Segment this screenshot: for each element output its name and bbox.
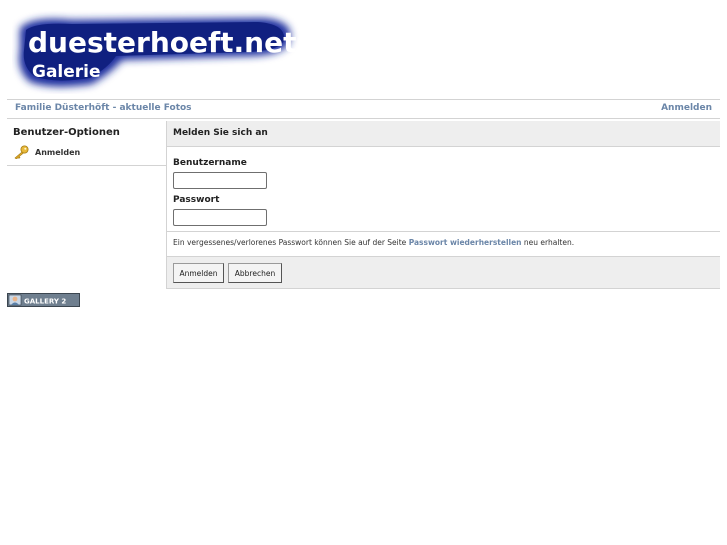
gallery-badge-text: GALLERY 2 [24, 297, 66, 305]
form-button-bar: Anmelden Abbrechen [167, 256, 720, 289]
password-label: Passwort [173, 195, 220, 205]
recovery-text-after: neu erhalten. [523, 238, 575, 247]
key-icon [14, 145, 29, 159]
password-recovery-link[interactable]: Passwort wiederherstellen [409, 238, 522, 247]
login-button[interactable]: Anmelden [173, 263, 224, 283]
header-login-link[interactable]: Anmelden [661, 103, 712, 113]
recovery-text-before: Ein vergessenes/verlorenes Passwort könn… [173, 238, 407, 247]
sidebar-title: Benutzer-Optionen [13, 127, 120, 138]
logo-subtitle: Galerie [32, 62, 101, 82]
breadcrumb: Familie Düsterhöft - aktuelle Fotos Anme… [7, 99, 720, 119]
site-banner: duesterhoeft.net Galerie [0, 0, 727, 99]
site-logo[interactable]: duesterhoeft.net Galerie [12, 10, 302, 94]
cancel-button[interactable]: Abbrechen [228, 263, 282, 283]
logo-title: duesterhoeft.net [28, 26, 297, 59]
login-panel-header: Melden Sie sich an [167, 121, 720, 147]
password-input[interactable] [173, 209, 267, 226]
password-recovery-hint: Ein vergessenes/verlorenes Passwort könn… [167, 231, 720, 256]
username-label: Benutzername [173, 158, 247, 168]
sidebar-item-login[interactable]: Anmelden [13, 145, 80, 159]
sidebar-item-label: Anmelden [35, 147, 81, 157]
page-title: Melden Sie sich an [173, 128, 268, 138]
login-panel: Melden Sie sich an Benutzername Passwort… [166, 121, 720, 289]
username-input[interactable] [173, 172, 267, 189]
sidebar: Benutzer-Optionen Anmelden [7, 121, 166, 166]
gallery-badge[interactable]: GALLERY 2 [7, 292, 80, 307]
breadcrumb-home-link[interactable]: Familie Düsterhöft - aktuelle Fotos [15, 103, 192, 113]
